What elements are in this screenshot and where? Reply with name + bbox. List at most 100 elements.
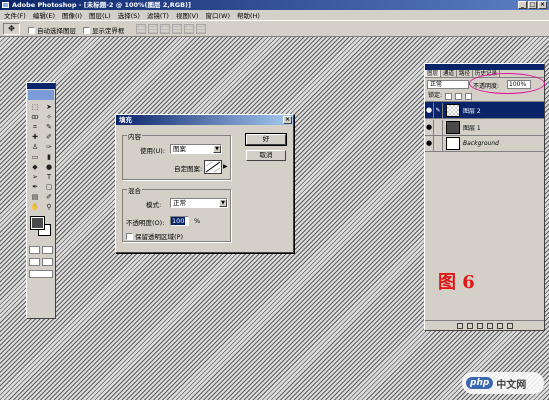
mode-select[interactable]: 正常 ▼	[170, 198, 228, 208]
menu-filter[interactable]: 滤镜(T)	[147, 10, 169, 20]
layer-row-1[interactable]: ● 图层 1	[425, 118, 544, 135]
hand-icon[interactable]: ✋	[29, 203, 41, 212]
use-select[interactable]: 图案 ▼	[170, 144, 222, 154]
mask-icon[interactable]	[466, 322, 473, 329]
adjustment-layer-icon[interactable]	[486, 322, 493, 329]
foreground-color-swatch[interactable]	[30, 216, 45, 230]
move-tool-icon[interactable]: ➤	[43, 103, 55, 112]
cancel-button[interactable]: 取消	[246, 150, 286, 161]
move-icon[interactable]: ✥	[3, 23, 20, 35]
auto-select-checkbox[interactable]	[28, 26, 35, 34]
align-right-icon[interactable]	[196, 24, 206, 34]
opacity-value: 100	[171, 217, 186, 225]
menu-edit[interactable]: 编辑(E)	[33, 10, 55, 20]
blend-mode-select[interactable]: 正常	[427, 80, 469, 89]
eye-icon[interactable]: ●	[425, 136, 434, 151]
eyedropper-icon[interactable]: ✐	[43, 193, 55, 202]
zoom-icon[interactable]: ⚲	[43, 203, 55, 212]
chevron-down-icon[interactable]: ▼	[213, 145, 221, 153]
align-left-icon[interactable]	[172, 24, 182, 34]
close-button[interactable]: ×	[538, 1, 547, 9]
trash-icon[interactable]	[506, 322, 513, 329]
toolbox-title[interactable]	[27, 83, 55, 89]
eye-icon[interactable]: ●	[425, 119, 434, 135]
layer-row-2[interactable]: ● ✎ 图层 2	[425, 101, 544, 118]
show-bounds-option[interactable]: 显示定界框	[83, 25, 125, 35]
new-set-icon[interactable]	[476, 322, 483, 329]
brush-icon[interactable]: ✐	[43, 133, 55, 142]
magic-wand-icon[interactable]: ✧	[43, 113, 55, 122]
custom-pattern-label: 自定图案:	[174, 165, 203, 173]
menu-view[interactable]: 视图(V)	[176, 10, 199, 20]
highlight-annotation	[469, 73, 545, 94]
marquee-icon[interactable]: ⬚	[29, 103, 41, 112]
align-top-icon[interactable]	[136, 24, 146, 34]
healing-icon[interactable]: ✚	[29, 133, 41, 142]
opacity-input[interactable]: 100	[170, 216, 189, 226]
align-middle-icon[interactable]	[148, 24, 158, 34]
pattern-icon[interactable]	[204, 160, 222, 174]
tab-paths[interactable]: 路径	[457, 70, 474, 77]
chevron-down-icon[interactable]: ▶	[223, 163, 228, 170]
menu-file[interactable]: 文件(F)	[4, 10, 26, 20]
screen-mode-full-icon[interactable]	[42, 258, 53, 266]
figure-caption: 图 6	[438, 272, 475, 293]
preserve-transparency-option[interactable]: 保留透明区域(P)	[126, 231, 183, 241]
auto-select-option[interactable]: 自动选择图层	[28, 25, 76, 35]
ok-button[interactable]: 好	[245, 133, 287, 146]
options-bar: ✥ 自动选择图层 显示定界框 画笔 画笔	[0, 20, 549, 55]
align-bottom-icon[interactable]	[160, 24, 170, 34]
tab-layers[interactable]: 图层	[425, 70, 442, 77]
notes-icon[interactable]: ▤	[29, 193, 41, 202]
new-layer-icon[interactable]	[496, 322, 503, 329]
lasso-icon[interactable]: ꝏ	[29, 113, 41, 122]
history-brush-icon[interactable]: ✑	[43, 143, 55, 152]
lock-transparency-icon[interactable]	[445, 92, 453, 100]
lock-position-icon[interactable]	[465, 92, 473, 100]
layer-row-background[interactable]: ● Background	[425, 135, 544, 152]
tab-channels[interactable]: 通道	[441, 70, 458, 77]
menu-window[interactable]: 窗口(W)	[205, 10, 230, 20]
menu-image[interactable]: 图像(I)	[62, 10, 82, 20]
dodge-icon[interactable]: ●	[43, 163, 55, 172]
blur-icon[interactable]: ◆	[29, 163, 41, 172]
use-label: 使用(U):	[140, 147, 166, 155]
watermark-text: 中文网	[496, 379, 527, 391]
show-bounds-label: 显示定界框	[92, 27, 125, 35]
chevron-down-icon[interactable]: ▼	[219, 199, 227, 207]
lock-image-icon[interactable]	[455, 92, 463, 100]
tool-grid: ⬚ ➤ ꝏ ✧ ⌗ ✎ ✚ ✐ ♙ ✑ ▭ ▮ ◆ ● ➢ T ✒ ▢ ▤ ✐ …	[27, 101, 55, 214]
align-center-icon[interactable]	[184, 24, 194, 34]
gradient-icon[interactable]: ▮	[43, 153, 55, 162]
eye-icon[interactable]: ●	[425, 102, 434, 118]
opacity-label: 不透明度(O):	[126, 219, 165, 227]
standard-mode-icon[interactable]	[29, 246, 40, 254]
eraser-icon[interactable]: ▭	[29, 153, 41, 162]
dialog-title-bar[interactable]: 填充 ×	[116, 115, 293, 125]
layer-style-icon[interactable]	[456, 322, 463, 329]
crop-icon[interactable]: ⌗	[29, 123, 41, 132]
shape-icon[interactable]: ▢	[43, 183, 55, 192]
jump-to-imageready-icon[interactable]	[29, 270, 53, 278]
path-select-icon[interactable]: ➢	[29, 173, 41, 182]
show-bounds-checkbox[interactable]	[83, 26, 90, 34]
quick-mask-icon[interactable]	[42, 246, 53, 254]
screen-mode-standard-icon[interactable]	[29, 258, 40, 266]
menu-help[interactable]: 帮助(H)	[237, 10, 260, 20]
stamp-icon[interactable]: ♙	[29, 143, 41, 152]
link-slot[interactable]	[434, 119, 443, 135]
maximize-button[interactable]: □	[528, 1, 537, 9]
fill-dialog: 填充 × 内容 使用(U): 图案 ▼ 自定图案: ▶ 好 取消 混合 模式: …	[115, 114, 294, 253]
menu-select[interactable]: 选择(S)	[118, 10, 140, 20]
photoshop-logo[interactable]	[28, 90, 54, 100]
type-icon[interactable]: T	[43, 173, 55, 182]
content-group-label: 内容	[127, 131, 142, 141]
color-swatches	[29, 216, 53, 241]
close-icon[interactable]: ×	[283, 116, 292, 124]
menu-layer[interactable]: 图层(L)	[89, 10, 111, 20]
preserve-transparency-checkbox[interactable]	[126, 232, 133, 240]
link-slot[interactable]	[434, 136, 443, 151]
slice-icon[interactable]: ✎	[43, 123, 55, 132]
minimize-button[interactable]: _	[518, 1, 527, 9]
pen-icon[interactable]: ✒	[29, 183, 41, 192]
